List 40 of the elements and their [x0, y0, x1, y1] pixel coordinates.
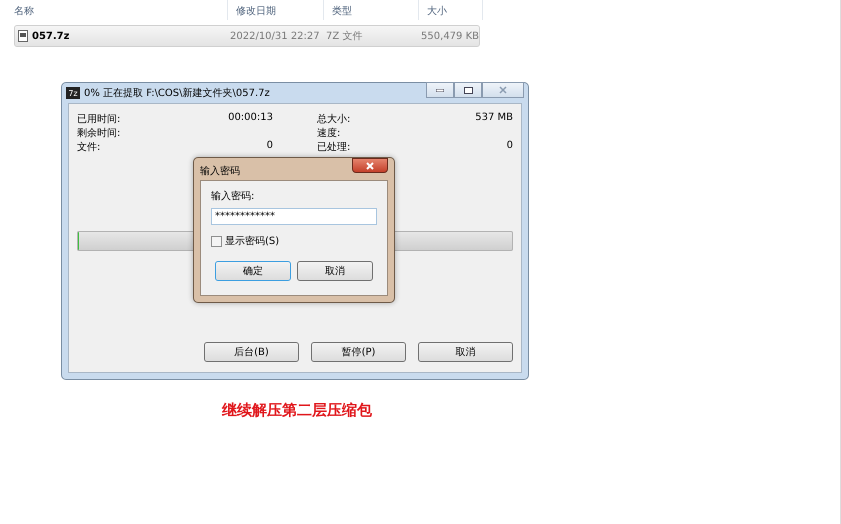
- close-icon: [366, 162, 374, 170]
- stat-label: 已处理:: [317, 140, 350, 154]
- window-title: 0% 正在提取 F:\COS\新建文件夹\057.7z: [84, 86, 271, 100]
- show-password-checkbox[interactable]: [211, 236, 222, 246]
- file-icon: [18, 30, 28, 42]
- dialog-button[interactable]: 后台(B): [204, 342, 299, 362]
- password-field[interactable]: ************: [211, 208, 377, 225]
- file-size: 550,479 KB: [420, 30, 480, 42]
- file-type: 7Z 文件: [325, 30, 364, 43]
- file-date: 2022/10/31 22:27: [229, 30, 321, 42]
- file-row[interactable]: 057.7z 2022/10/31 22:27 7Z 文件 550,479 KB: [14, 25, 480, 47]
- file-name: 057.7z: [32, 30, 70, 42]
- minimize-button[interactable]: [426, 82, 454, 98]
- password-label: 输入密码:: [211, 190, 256, 203]
- maximize-button[interactable]: [454, 82, 482, 98]
- dialog-button[interactable]: 确定: [215, 261, 291, 281]
- stat-label: 剩余时间:: [77, 126, 120, 140]
- dialog-title: 输入密码: [200, 164, 240, 178]
- dialog-button[interactable]: 暂停(P): [311, 342, 406, 362]
- stat-value: 00:00:13: [228, 112, 273, 125]
- stat-label: 文件:: [77, 140, 100, 154]
- maximize-icon: [464, 86, 472, 94]
- column-header[interactable]: 大小: [419, 0, 483, 20]
- stat-label: 已用时间:: [77, 112, 120, 126]
- stat-value: 0: [506, 140, 513, 153]
- stat-label: 速度:: [317, 126, 340, 140]
- column-header[interactable]: 名称: [6, 0, 228, 20]
- column-header[interactable]: 类型: [324, 0, 419, 20]
- stat-label: 总大小:: [317, 112, 350, 126]
- column-header[interactable]: 修改日期: [228, 0, 324, 20]
- stat-value: 0: [266, 140, 273, 153]
- caption: 继续解压第二层压缩包: [222, 401, 372, 419]
- dialog-button[interactable]: 取消: [418, 342, 513, 362]
- app-icon: 7z: [66, 87, 80, 99]
- checkbox-label: 显示密码(S): [225, 234, 280, 248]
- close-icon: [499, 86, 507, 94]
- minimize-icon: [436, 88, 444, 92]
- stat-value: 537 MB: [475, 112, 513, 125]
- dialog-button[interactable]: 取消: [297, 261, 373, 281]
- close-button[interactable]: [352, 158, 388, 173]
